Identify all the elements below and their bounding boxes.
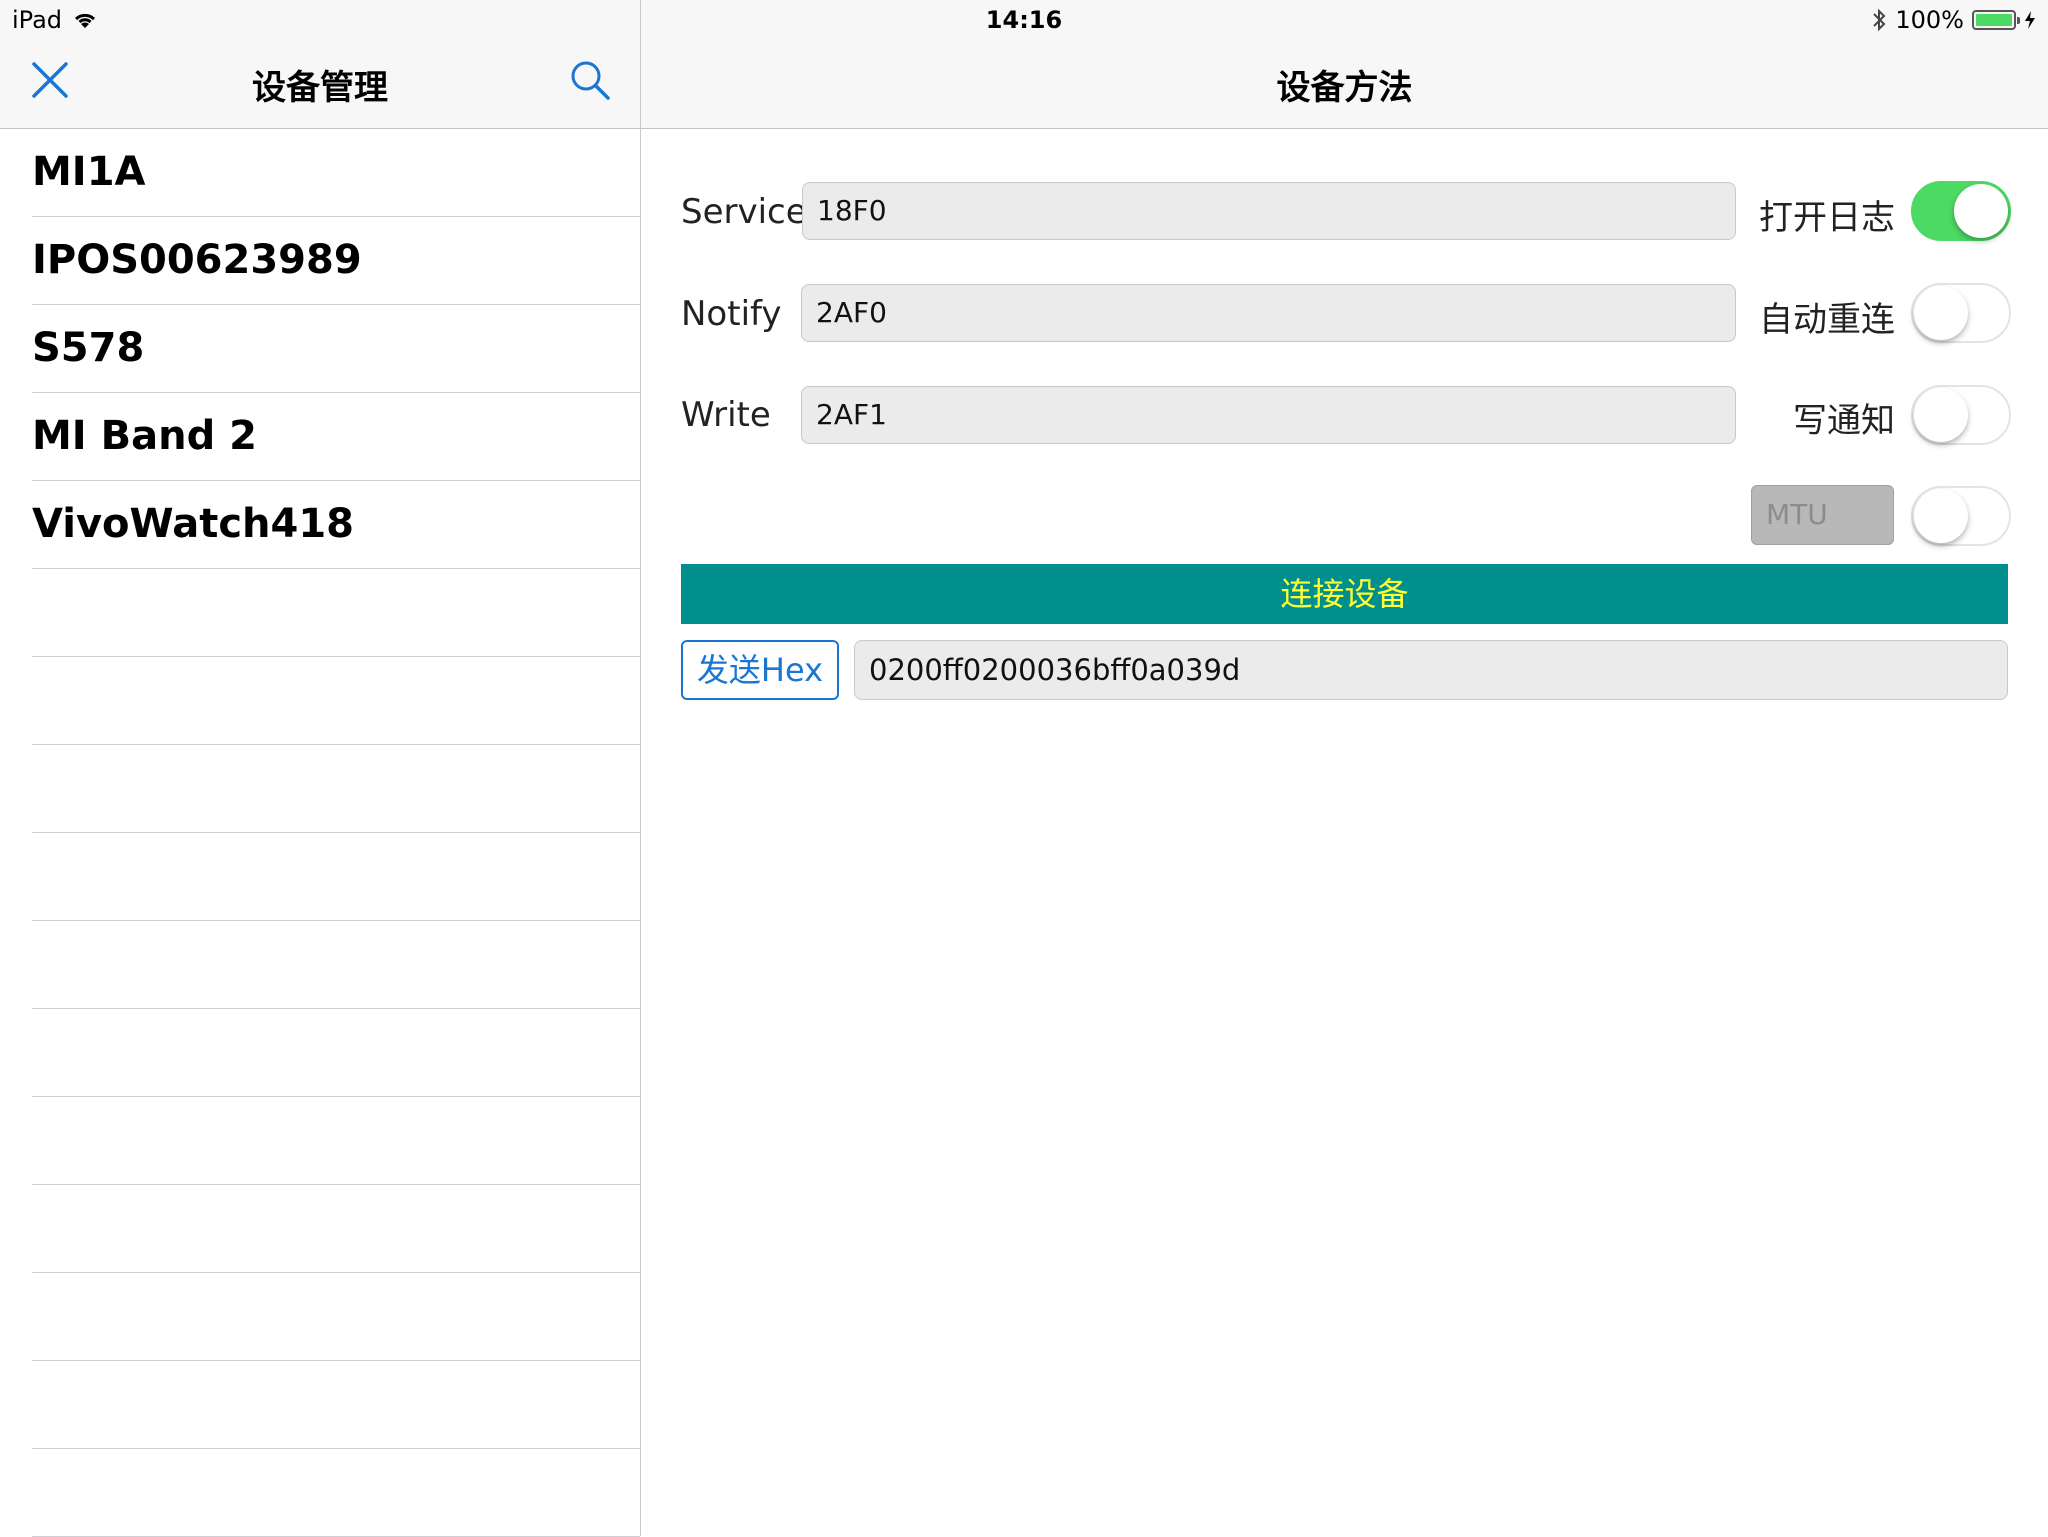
empty-row — [32, 569, 640, 657]
hex-input[interactable]: 0200ff0200036bff0a039d — [854, 640, 2008, 700]
empty-row — [32, 1185, 640, 1273]
search-icon[interactable] — [568, 58, 612, 102]
empty-row — [32, 1097, 640, 1185]
device-row[interactable]: IPOS00623989 — [32, 217, 640, 305]
device-label: S578 — [32, 325, 145, 371]
bluetooth-icon — [1873, 8, 1886, 32]
detail-pane: 设备方法 Service 18F0 打开日志 Notify 2AF0 自动重连 … — [641, 0, 2048, 1536]
empty-row — [32, 833, 640, 921]
connect-device-button[interactable]: 连接设备 — [681, 564, 2008, 624]
log-switch[interactable] — [1911, 181, 2011, 241]
device-label: MI Band 2 — [32, 413, 257, 459]
empty-row — [32, 657, 640, 745]
empty-row — [32, 745, 640, 833]
notify-label: Notify — [681, 294, 782, 334]
device-label: VivoWatch418 — [32, 501, 355, 547]
write-notify-switch-label: 写通知 — [1793, 401, 1895, 441]
device-list: MI1A IPOS00623989 S578 MI Band 2 VivoWat… — [0, 129, 640, 1537]
switch-knob — [1914, 489, 1968, 543]
charging-icon — [2025, 11, 2035, 29]
empty-row — [32, 1009, 640, 1097]
device-row[interactable]: VivoWatch418 — [32, 481, 640, 569]
device-row[interactable]: MI Band 2 — [32, 393, 640, 481]
service-field[interactable]: 18F0 — [802, 182, 1736, 240]
battery-fill — [1976, 14, 2012, 26]
empty-row — [32, 1449, 640, 1537]
device-row[interactable]: S578 — [32, 305, 640, 393]
battery-percent: 100% — [1895, 6, 1964, 34]
write-notify-switch[interactable] — [1911, 385, 2011, 445]
send-hex-button[interactable]: 发送Hex — [681, 640, 839, 700]
reconnect-switch[interactable] — [1911, 283, 2011, 343]
empty-row — [32, 1361, 640, 1449]
log-switch-label: 打开日志 — [1759, 198, 1895, 238]
battery-icon — [1972, 10, 2020, 30]
empty-row — [32, 921, 640, 1009]
master-pane: 设备管理 MI1A IPOS00623989 S578 MI Band 2 Vi… — [0, 0, 641, 1537]
device-label: IPOS00623989 — [32, 237, 362, 283]
switch-knob — [1914, 286, 1968, 340]
notify-field[interactable]: 2AF0 — [801, 284, 1736, 342]
device-row[interactable]: MI1A — [32, 129, 640, 217]
device-label: MI1A — [32, 149, 146, 195]
status-time: 14:16 — [985, 6, 1063, 34]
switch-knob — [1914, 388, 1968, 442]
switch-knob — [1954, 184, 2008, 238]
mtu-switch[interactable] — [1911, 486, 2011, 546]
status-bar: iPad 14:16 100% — [0, 0, 2048, 40]
mtu-button[interactable]: MTU — [1751, 485, 1894, 545]
service-label: Service — [681, 192, 807, 232]
empty-row — [32, 1273, 640, 1361]
detail-title: 设备方法 — [1276, 68, 1413, 108]
reconnect-switch-label: 自动重连 — [1759, 300, 1895, 340]
write-label: Write — [681, 395, 771, 435]
master-title: 设备管理 — [252, 68, 388, 108]
status-right: 100% — [1871, 6, 2036, 34]
write-field[interactable]: 2AF1 — [801, 386, 1736, 444]
